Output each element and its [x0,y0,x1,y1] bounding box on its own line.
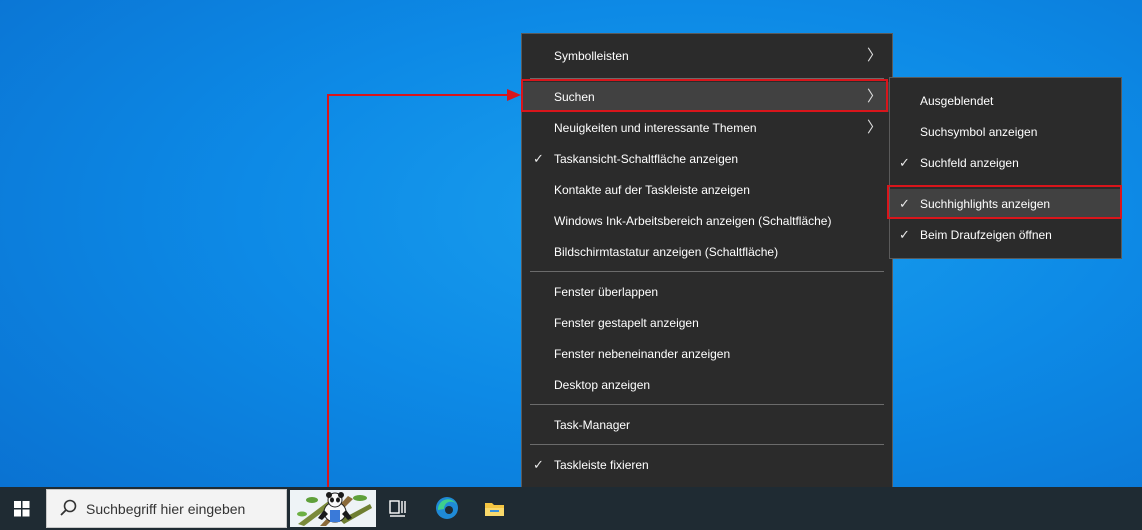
task-view-icon[interactable] [383,493,413,523]
submenu-item-draufzeigen[interactable]: ✓ Beim Draufzeigen öffnen [890,220,1121,250]
checkmark-icon: ✓ [533,151,544,166]
chevron-right-icon: 〉 [866,119,882,136]
menu-item-fenster-ueberlappen[interactable]: Fenster überlappen [522,277,892,307]
search-icon [60,499,77,516]
submenu-item-label: Beim Draufzeigen öffnen [920,228,1052,242]
menu-item-label: Taskleiste fixieren [554,458,649,472]
annotation-line-horizontal [327,94,511,96]
menu-item-symbolleisten[interactable]: Symbolleisten 〉 [522,41,892,71]
checkmark-icon: ✓ [533,457,544,472]
search-submenu: Ausgeblendet Suchsymbol anzeigen ✓ Suchf… [889,77,1122,259]
menu-item-label: Bildschirmtastatur anzeigen (Schaltfläch… [554,245,779,259]
menu-item-label: Task-Manager [554,418,631,432]
menu-item-kontakte[interactable]: Kontakte auf der Taskleiste anzeigen [522,175,892,205]
taskbar: Suchbegriff hier eingeben [0,487,1142,530]
submenu-item-label: Suchfeld anzeigen [920,156,1019,170]
menu-item-label: Fenster nebeneinander anzeigen [554,347,731,361]
chevron-right-icon: 〉 [866,47,882,64]
menu-item-desktop-anzeigen[interactable]: Desktop anzeigen [522,370,892,400]
menu-item-label: Fenster gestapelt anzeigen [554,316,699,330]
search-highlight-icon [297,492,372,526]
menu-item-neuigkeiten[interactable]: Neuigkeiten und interessante Themen 〉 [522,113,892,143]
taskbar-search-box[interactable]: Suchbegriff hier eingeben [46,489,287,528]
start-button[interactable] [0,487,46,530]
menu-item-label: Kontakte auf der Taskleiste anzeigen [554,183,750,197]
search-placeholder: Suchbegriff hier eingeben [86,501,246,517]
submenu-item-ausgeblendet[interactable]: Ausgeblendet [890,86,1121,116]
checkmark-icon: ✓ [899,227,910,242]
checkmark-icon: ✓ [899,155,910,170]
submenu-item-suchsymbol[interactable]: Suchsymbol anzeigen [890,117,1121,147]
menu-item-label: Taskansicht-Schaltfläche anzeigen [554,152,739,166]
menu-item-bildschirmtastatur[interactable]: Bildschirmtastatur anzeigen (Schaltfläch… [522,237,892,267]
menu-item-fenster-nebeneinander[interactable]: Fenster nebeneinander anzeigen [522,339,892,369]
menu-item-label: Desktop anzeigen [554,378,651,392]
menu-item-label: Symbolleisten [554,49,629,63]
submenu-item-label: Ausgeblendet [920,94,994,108]
annotation-line-vertical [327,94,329,489]
menu-separator [530,271,884,272]
menu-item-windows-ink[interactable]: Windows Ink-Arbeitsbereich anzeigen (Sch… [522,206,892,236]
menu-item-taskansicht[interactable]: ✓ Taskansicht-Schaltfläche anzeigen [522,144,892,174]
menu-item-label: Neuigkeiten und interessante Themen [554,121,757,135]
submenu-item-label: Suchsymbol anzeigen [920,125,1038,139]
annotation-box-suchhighlights [887,185,1122,219]
annotation-arrow-icon [507,89,521,101]
menu-item-taskleiste-fixieren[interactable]: ✓ Taskleiste fixieren [522,450,892,480]
menu-separator [530,444,884,445]
annotation-box-suchen [521,79,888,112]
search-highlight-tile[interactable] [290,490,376,527]
menu-item-task-manager[interactable]: Task-Manager [522,410,892,440]
edge-icon[interactable] [432,493,462,523]
submenu-item-suchfeld[interactable]: ✓ Suchfeld anzeigen [890,148,1121,178]
windows-start-icon [14,501,30,517]
menu-separator [530,404,884,405]
file-explorer-icon[interactable] [479,493,509,523]
menu-item-label: Fenster überlappen [554,285,659,299]
menu-item-label: Windows Ink-Arbeitsbereich anzeigen (Sch… [554,214,832,228]
menu-item-fenster-gestapelt[interactable]: Fenster gestapelt anzeigen [522,308,892,338]
